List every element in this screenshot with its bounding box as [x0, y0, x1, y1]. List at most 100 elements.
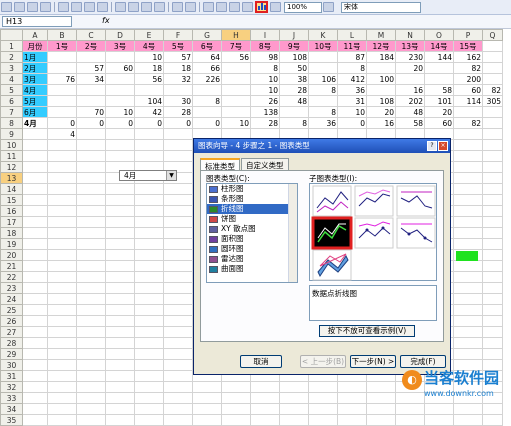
- cell[interactable]: [279, 392, 309, 404]
- cell[interactable]: 7号: [221, 40, 251, 52]
- cell[interactable]: [134, 249, 164, 261]
- chart-type-item[interactable]: 面积图: [207, 234, 297, 244]
- cell[interactable]: [163, 304, 193, 316]
- row-header[interactable]: 8: [0, 117, 23, 129]
- cell[interactable]: 106: [308, 73, 338, 85]
- cell[interactable]: [453, 414, 483, 426]
- cell[interactable]: 98: [250, 51, 280, 63]
- cell[interactable]: [47, 381, 77, 393]
- cell[interactable]: 28: [250, 117, 280, 129]
- cell[interactable]: [453, 348, 483, 360]
- row-header[interactable]: 21: [0, 260, 23, 272]
- cell[interactable]: [76, 403, 106, 415]
- cell[interactable]: [453, 315, 483, 327]
- cell[interactable]: [22, 128, 48, 140]
- cell[interactable]: [366, 62, 396, 74]
- subtype-stacked-markers[interactable]: [354, 217, 394, 249]
- cell[interactable]: [453, 139, 483, 151]
- chart-type-item[interactable]: XY 散点图: [207, 224, 297, 234]
- cell[interactable]: [105, 260, 135, 272]
- cell[interactable]: [453, 227, 483, 239]
- row-header[interactable]: 33: [0, 392, 23, 404]
- cell[interactable]: [482, 260, 503, 272]
- cut-icon[interactable]: [115, 2, 126, 12]
- cell[interactable]: 60: [424, 117, 454, 129]
- cell[interactable]: [366, 381, 396, 393]
- cell[interactable]: [482, 326, 503, 338]
- cell[interactable]: 114: [453, 95, 483, 107]
- column-header[interactable]: M: [366, 29, 396, 41]
- cell[interactable]: [76, 205, 106, 217]
- cell[interactable]: 0: [192, 117, 222, 129]
- chart-type-item[interactable]: 条形图: [207, 194, 297, 204]
- new-icon[interactable]: [1, 2, 12, 12]
- cell[interactable]: [105, 194, 135, 206]
- row-header[interactable]: 13: [0, 172, 23, 184]
- cell[interactable]: [366, 84, 396, 96]
- cell[interactable]: [105, 304, 135, 316]
- font-select[interactable]: 宋体: [341, 1, 421, 13]
- cell[interactable]: [163, 227, 193, 239]
- cell[interactable]: [76, 150, 106, 162]
- cell[interactable]: [134, 150, 164, 162]
- cell[interactable]: [47, 62, 77, 74]
- cell[interactable]: [134, 392, 164, 404]
- chart-wizard-icon[interactable]: [255, 1, 268, 13]
- cell[interactable]: [22, 271, 48, 283]
- row-header[interactable]: 23: [0, 282, 23, 294]
- cell[interactable]: [163, 128, 193, 140]
- cell[interactable]: [134, 271, 164, 283]
- cell[interactable]: 0: [47, 117, 77, 129]
- cell[interactable]: 56: [134, 73, 164, 85]
- cell[interactable]: [105, 227, 135, 239]
- cell[interactable]: 1月: [22, 51, 48, 63]
- cell[interactable]: [105, 95, 135, 107]
- cell[interactable]: [22, 172, 48, 184]
- cell[interactable]: [163, 260, 193, 272]
- row-header[interactable]: 5: [0, 84, 23, 96]
- cell[interactable]: [76, 238, 106, 250]
- cell[interactable]: [105, 414, 135, 426]
- cell[interactable]: [76, 194, 106, 206]
- cell[interactable]: [105, 315, 135, 327]
- cell[interactable]: [453, 205, 483, 217]
- cell[interactable]: [47, 304, 77, 316]
- row-header[interactable]: 1: [0, 40, 23, 52]
- cell[interactable]: [47, 348, 77, 360]
- cell[interactable]: [76, 304, 106, 316]
- cell[interactable]: 28: [163, 106, 193, 118]
- cell[interactable]: [47, 293, 77, 305]
- cell[interactable]: [22, 337, 48, 349]
- cell[interactable]: 230: [395, 51, 425, 63]
- print-preview-icon[interactable]: [71, 2, 82, 12]
- cell[interactable]: 56: [221, 51, 251, 63]
- cell[interactable]: [76, 370, 106, 382]
- cell[interactable]: 66: [192, 62, 222, 74]
- cell[interactable]: [279, 106, 309, 118]
- cell[interactable]: [221, 62, 251, 74]
- cell[interactable]: [47, 106, 77, 118]
- cell[interactable]: [482, 337, 503, 349]
- cell[interactable]: 4: [47, 128, 77, 140]
- cell[interactable]: [76, 161, 106, 173]
- cell[interactable]: [105, 216, 135, 228]
- cell[interactable]: 20: [424, 106, 454, 118]
- cell[interactable]: [22, 139, 48, 151]
- row-header[interactable]: 29: [0, 348, 23, 360]
- row-header[interactable]: 9: [0, 128, 23, 140]
- chart-type-list[interactable]: 柱形图 条形图 折线图 饼图 XY 散点图 面积图 圆环图 雷达图 曲面图: [206, 183, 298, 283]
- column-header[interactable]: K: [308, 29, 338, 41]
- cell[interactable]: [47, 403, 77, 415]
- cell[interactable]: [453, 183, 483, 195]
- cell[interactable]: [76, 271, 106, 283]
- cell[interactable]: [76, 293, 106, 305]
- column-header[interactable]: L: [337, 29, 367, 41]
- cell[interactable]: [163, 381, 193, 393]
- column-header[interactable]: F: [163, 29, 193, 41]
- cell[interactable]: [221, 73, 251, 85]
- cell[interactable]: 82: [482, 84, 503, 96]
- row-header[interactable]: 22: [0, 271, 23, 283]
- cell[interactable]: [192, 414, 222, 426]
- cell[interactable]: [482, 150, 503, 162]
- cell[interactable]: [163, 337, 193, 349]
